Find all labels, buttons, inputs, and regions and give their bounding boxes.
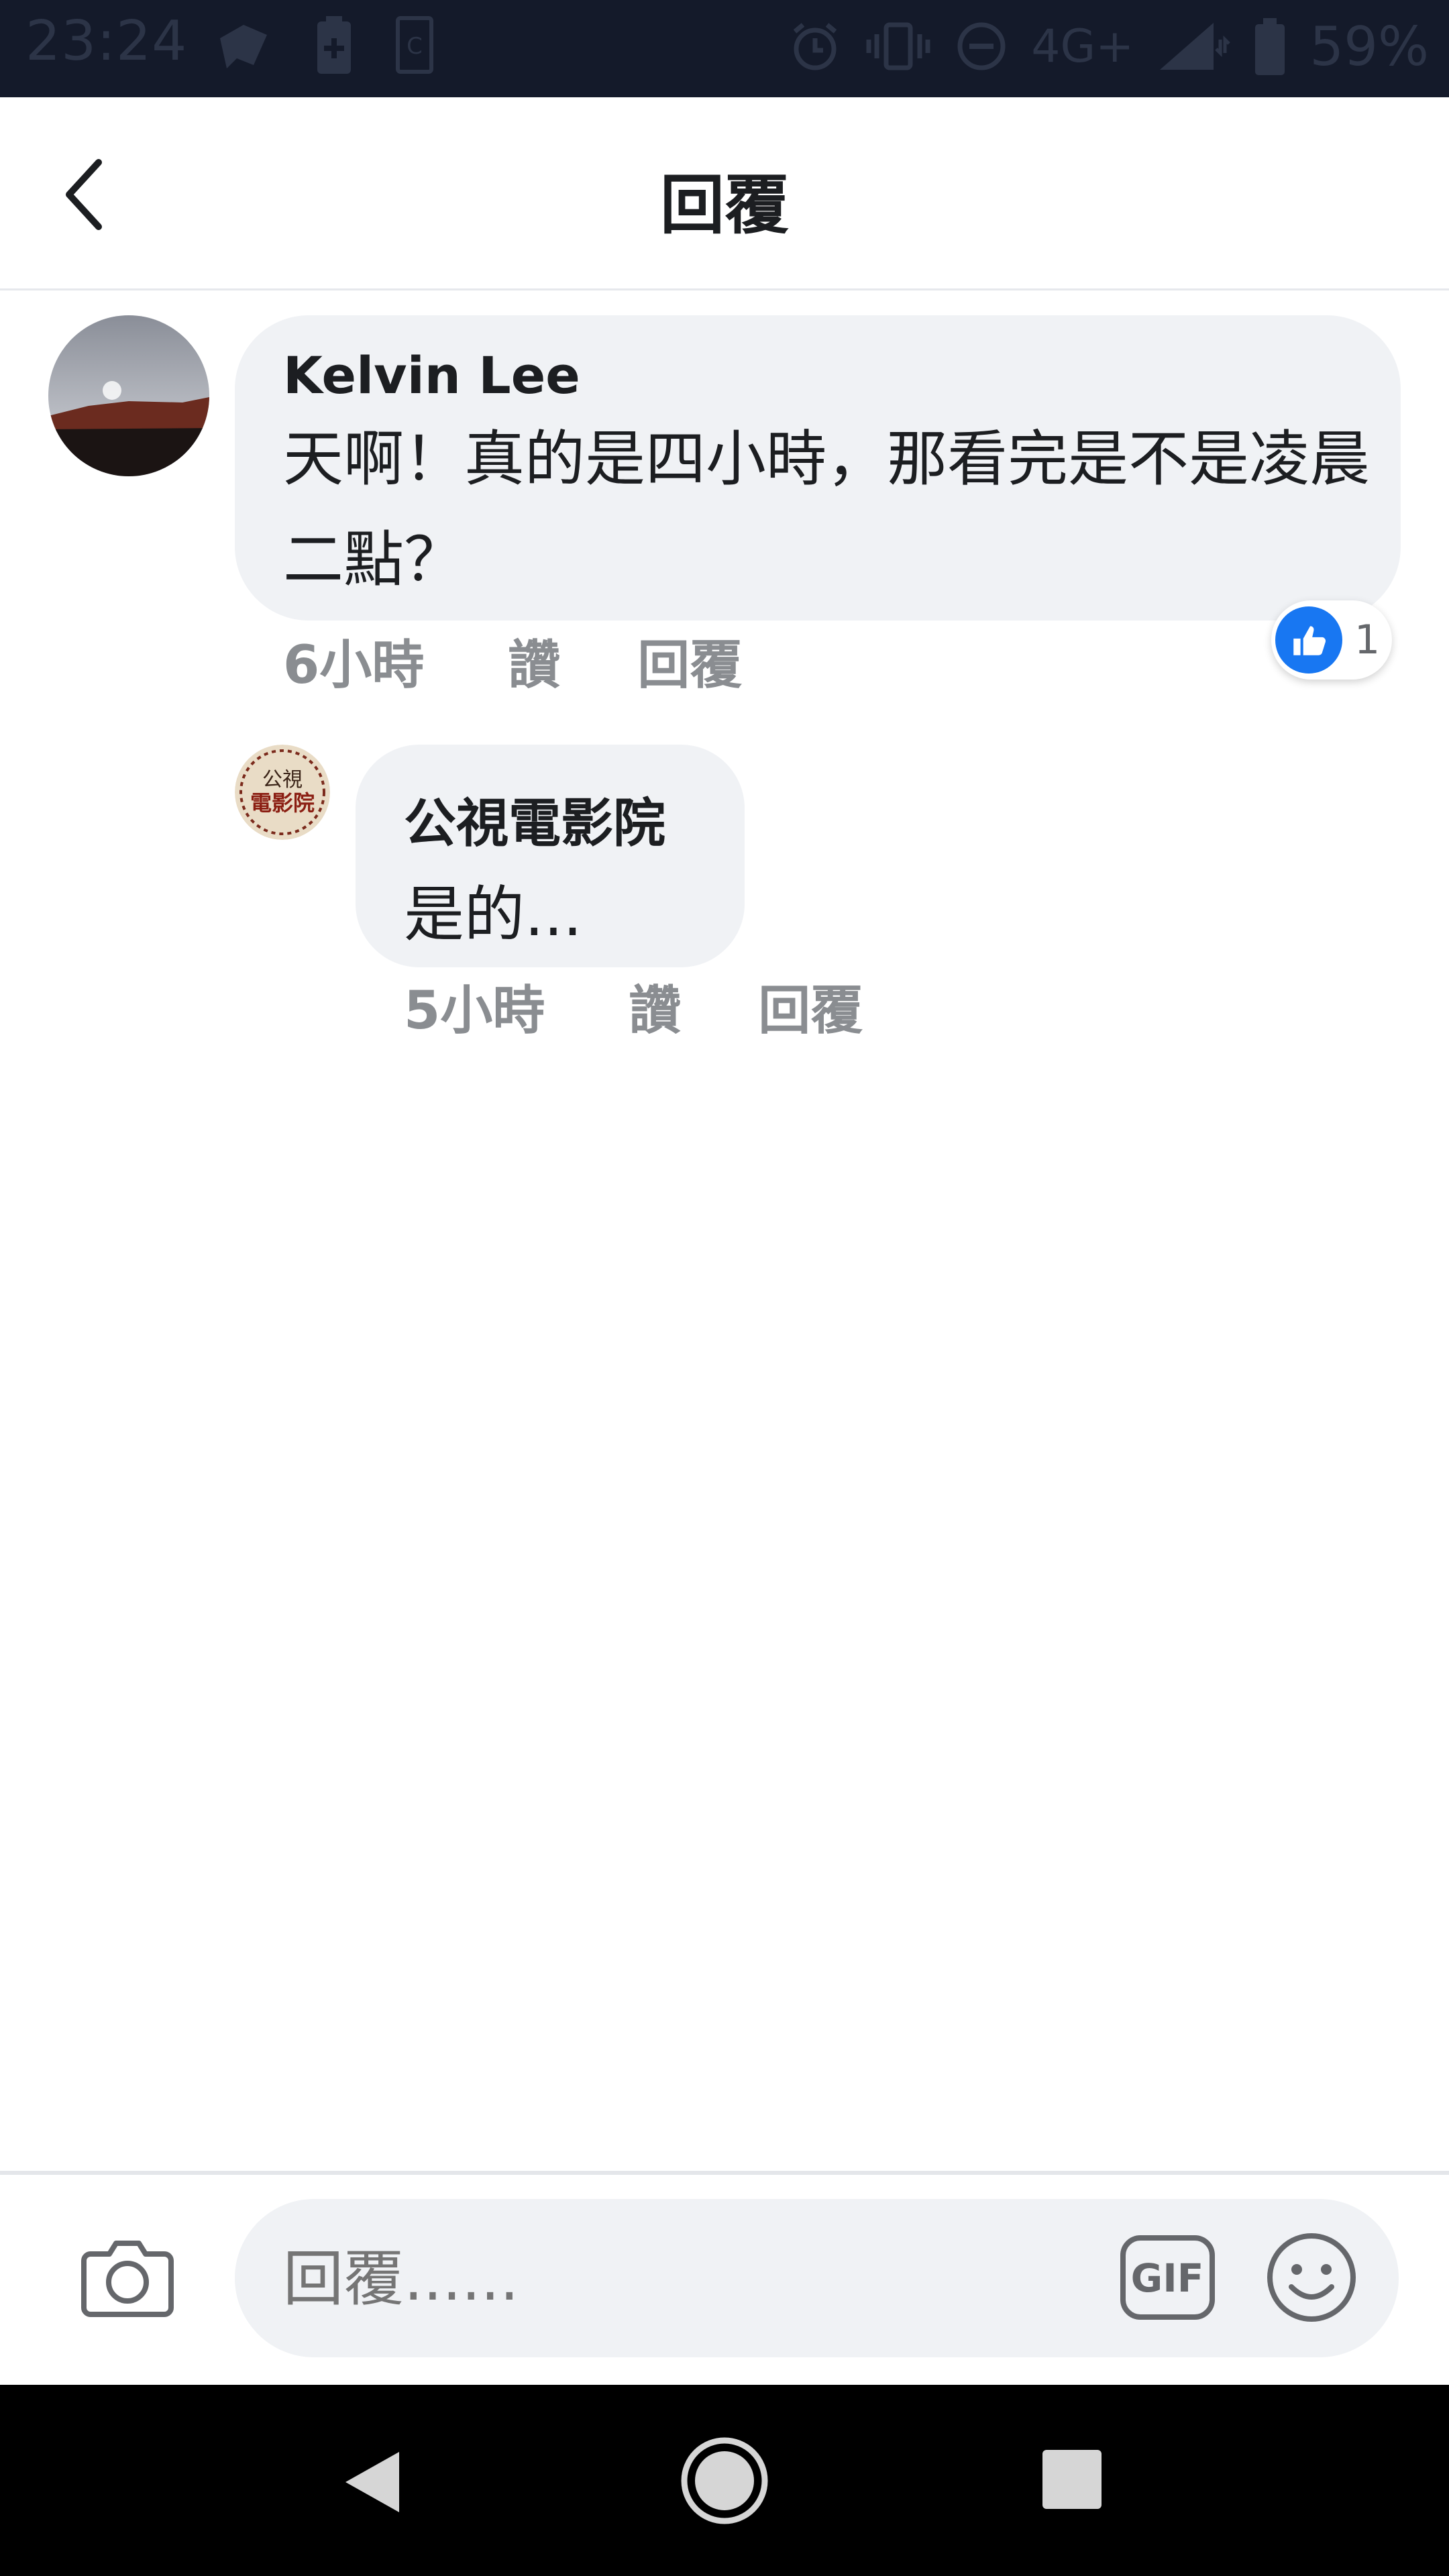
reply-reply-button[interactable]: 回覆 [758, 969, 863, 1044]
nav-back-icon[interactable] [335, 2445, 409, 2519]
alarm-icon [794, 23, 837, 70]
svg-text:公視: 公視 [262, 768, 303, 792]
emoji-button[interactable] [1265, 2231, 1358, 2324]
smiley-icon [1267, 2233, 1356, 2322]
svg-text:電影院: 電影院 [250, 790, 315, 816]
gif-icon: GIF [1120, 2235, 1215, 2320]
status-bar: 23:24 C 4G+ 59% [0, 0, 1449, 97]
reply-button[interactable]: 回覆 [637, 623, 742, 698]
nav-home-icon[interactable] [679, 2435, 770, 2526]
vibrate-icon [866, 22, 930, 70]
comment-author[interactable]: Kelvin Lee [283, 345, 580, 405]
reaction-count: 1 [1354, 616, 1381, 663]
reply-avatar[interactable]: 公視 電影院 [235, 745, 330, 840]
page-title: 回覆 [660, 168, 789, 243]
battery-saver-icon [317, 16, 351, 74]
avatar-image [48, 315, 209, 476]
reply-text: 是的... [404, 879, 582, 950]
battery-percent: 59% [1309, 15, 1429, 78]
pts-cinema-logo: 公視 電影院 [235, 745, 330, 840]
thumbs-up-icon [1275, 606, 1342, 674]
reply-author[interactable]: 公視電影院 [404, 782, 665, 857]
battery-icon [1255, 18, 1285, 75]
reply-like-button[interactable]: 讚 [629, 969, 681, 1044]
comment-text: 天啊！真的是四小時，那看完是不是凌晨二點？ [283, 424, 1370, 595]
gif-button[interactable]: GIF [1119, 2234, 1216, 2321]
camera-icon [81, 2241, 174, 2317]
nav-recents-icon[interactable] [1041, 2449, 1103, 2510]
gif-label: GIF [1131, 2255, 1204, 2301]
comment-meta: 6小時 讚 回覆 [283, 627, 742, 696]
do-not-disturb-icon [957, 22, 1006, 70]
reaction-badge[interactable]: 1 [1271, 600, 1392, 680]
header-divider [0, 288, 1449, 290]
c-icon: C [396, 16, 433, 74]
network-type: 4G+ [1031, 19, 1134, 73]
camera-button[interactable] [74, 2227, 181, 2328]
status-right-icons: 4G+ 59% [788, 9, 1429, 83]
reply-meta: 5小時 讚 回覆 [404, 973, 863, 1041]
notification-app-icon [220, 25, 267, 68]
like-button[interactable]: 讚 [508, 623, 560, 698]
avatar[interactable] [48, 315, 209, 476]
signal-icon [1160, 23, 1230, 70]
comment-time[interactable]: 6小時 [283, 623, 424, 698]
svg-text:C: C [407, 33, 423, 60]
status-left-icons: C [213, 15, 435, 75]
reply-time[interactable]: 5小時 [404, 969, 545, 1044]
status-time: 23:24 [25, 9, 188, 73]
reply-input[interactable] [283, 2244, 1088, 2314]
